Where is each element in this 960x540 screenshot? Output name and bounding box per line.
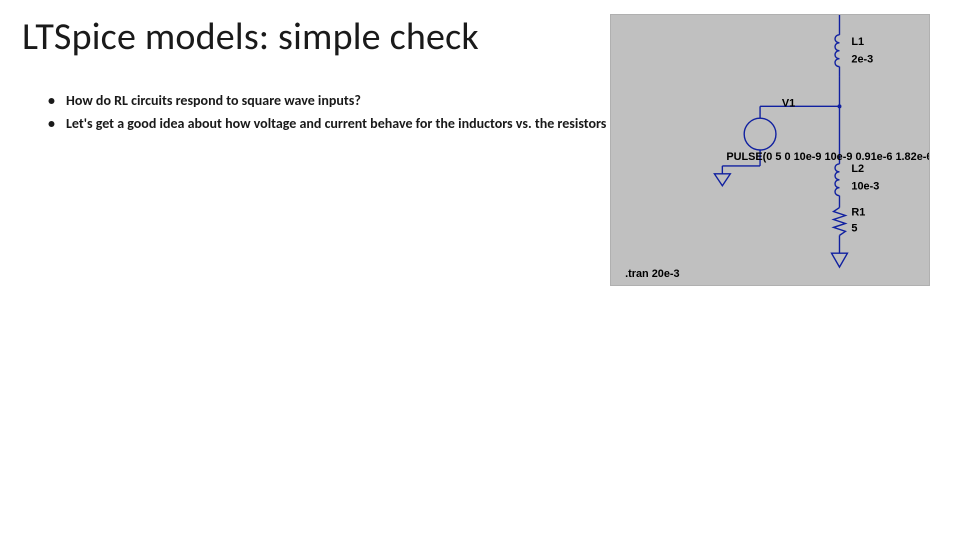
page-title: LTSpice models: simple check: [22, 14, 479, 60]
inductor-l2: [835, 164, 839, 208]
ltspice-schematic: L1 2e-3 V1 PULSE(0 5 0 10e-9 10e-9 0.91e…: [610, 14, 930, 286]
v1-name-label: V1: [782, 97, 795, 109]
slide: LTSpice models: simple check How do RL c…: [0, 0, 960, 540]
l1-value-label: 2e-3: [851, 54, 873, 66]
r1-value-label: 5: [851, 222, 857, 234]
r1-name-label: R1: [851, 207, 865, 219]
inductor-l1: [835, 35, 839, 77]
v1-directive-label: PULSE(0 5 0 10e-9 10e-9 0.91e-6 1.82e-6): [726, 151, 929, 163]
bullet-item: How do RL circuits respond to square wav…: [48, 92, 608, 111]
resistor-r1: [834, 208, 846, 254]
ground-icon: [714, 166, 760, 186]
l1-name-label: L1: [851, 36, 864, 48]
l2-value-label: 10e-3: [851, 181, 879, 193]
bullet-list: How do RL circuits respond to square wav…: [48, 92, 608, 138]
bullet-item: Let's get a good idea about how voltage …: [48, 115, 608, 134]
schematic-svg: L1 2e-3 V1 PULSE(0 5 0 10e-9 10e-9 0.91e…: [611, 15, 929, 285]
l2-name-label: L2: [851, 163, 864, 175]
sim-directive-label: .tran 20e-3: [625, 268, 680, 280]
ground-icon: [832, 253, 848, 267]
